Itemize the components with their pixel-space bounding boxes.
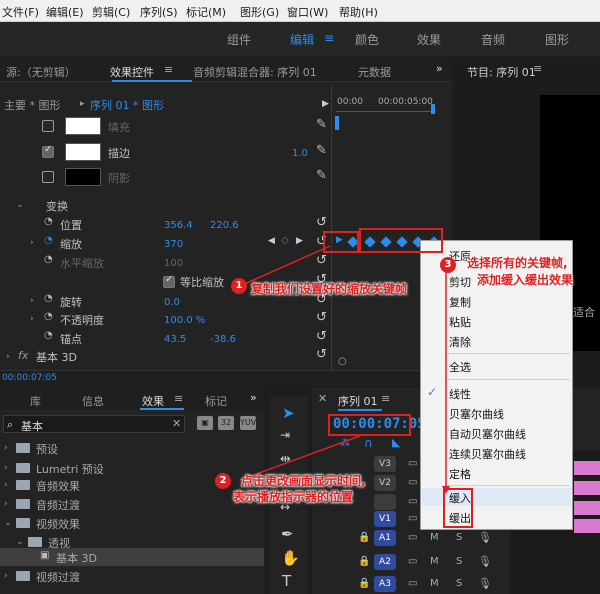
callout-text-2b: 表示播放指示器的位置 xyxy=(233,490,354,504)
callout-text-3b: 添加缓入缓出效果 xyxy=(477,273,574,287)
arrow-head-3 xyxy=(442,486,450,494)
callout-badge-3: 3 xyxy=(440,257,456,273)
callout-badge-2: 2 xyxy=(215,473,231,489)
callout-text-2a: 点击更改画面显示时间, xyxy=(241,474,366,488)
callout-text-1: 复制我们设置好的缩放关键帧 xyxy=(251,282,408,296)
callout-text-3a: 选择所有的关键帧, xyxy=(467,256,568,270)
callout-badge-1: 1 xyxy=(231,278,247,294)
